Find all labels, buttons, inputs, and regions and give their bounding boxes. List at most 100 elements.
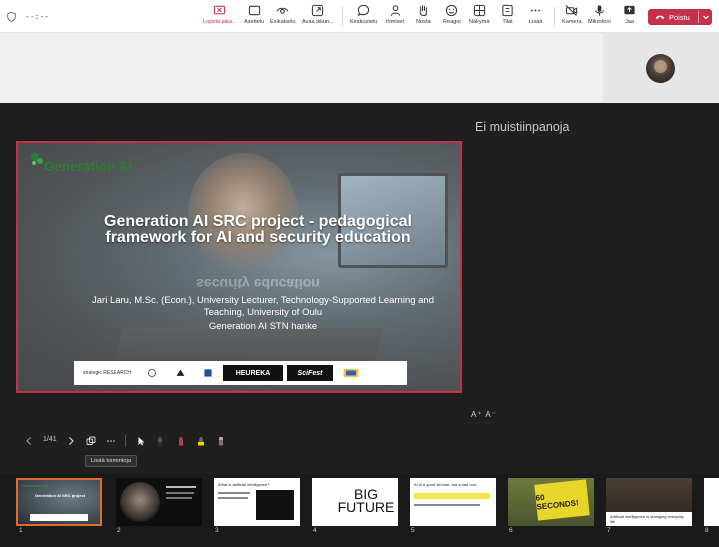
slide-title: Generation AI SRC project - pedagogical … — [104, 213, 412, 246]
thumbnail-number: 5 — [411, 527, 415, 534]
avatar — [646, 54, 675, 83]
thumbnail-number: 1 — [19, 527, 23, 534]
partner-logos: strategic RESEARCH HEUREKA SciFest — [74, 361, 407, 385]
partner-logo — [141, 365, 163, 381]
thumbnail-number: 7 — [607, 527, 611, 534]
view-button[interactable]: Näkymä — [469, 4, 490, 30]
open-window-button[interactable]: Avaa ikkun... — [302, 4, 334, 30]
rooms-button[interactable]: Tilat — [501, 4, 514, 30]
partner-logo — [337, 365, 365, 381]
slide-thumbnail-5[interactable]: AI is a good servant, but a bad one... — [410, 478, 496, 526]
partner-logo: SciFest — [287, 365, 333, 381]
slide-author: Jari Laru, M.Sc. (Econ.), University Lec… — [92, 295, 434, 318]
thumbnail-title: What is artificial intelligence? — [218, 482, 270, 487]
toolbar-divider — [342, 7, 343, 27]
previous-slide-button[interactable] — [24, 434, 34, 448]
mic-icon — [595, 5, 604, 16]
shield-icon — [7, 12, 16, 22]
more-button[interactable]: Lisää — [529, 4, 542, 30]
eraser-button[interactable] — [216, 434, 226, 448]
leave-button[interactable]: Poistu — [648, 9, 712, 25]
thumbnail-partners — [30, 514, 88, 521]
slide-overlay — [18, 143, 460, 391]
view-icon — [473, 4, 485, 17]
thumbnail-number: 6 — [509, 527, 513, 534]
slide-brand: Generation AI — [44, 159, 133, 174]
slide-thumbnail-7[interactable]: Artificial intelligence is changing ever… — [606, 478, 692, 526]
partner-logo: HEUREKA — [223, 365, 283, 381]
thumbnail-text — [166, 486, 196, 488]
chevron-right-icon — [69, 437, 74, 445]
pen-black-button[interactable] — [155, 434, 165, 448]
slide-thumbnail-4[interactable]: BIG FUTURE — [312, 478, 398, 526]
slide-title-reflection: security education — [196, 276, 320, 292]
pen-red-icon — [179, 437, 183, 446]
more-actions-button[interactable] — [106, 434, 116, 448]
raise-hand-icon — [419, 5, 427, 17]
thumbnail-title: Generation AI SRC project — [34, 493, 86, 498]
thumbnail-number: 4 — [313, 527, 317, 534]
partner-logo — [197, 365, 219, 381]
rooms-icon — [502, 4, 513, 17]
slides-overview-button[interactable] — [86, 434, 96, 448]
microphone-button[interactable]: Mikrofoni — [588, 4, 611, 30]
more-icon — [531, 9, 541, 12]
preview-button[interactable]: Esikatselu — [270, 4, 296, 30]
thumbnail-image — [256, 490, 294, 520]
phone-hangup-icon — [655, 15, 665, 20]
stop-sharing-button[interactable]: Lopeta jaka... — [203, 4, 237, 30]
highlighter-icon — [198, 437, 204, 446]
thumbnail-text — [166, 497, 192, 499]
chat-button[interactable]: Keskustelu — [350, 4, 377, 30]
share-button[interactable]: Jaa — [623, 4, 636, 30]
tooltip: Lisää toimintoja — [85, 455, 137, 467]
generation-ai-logo-icon — [31, 153, 43, 165]
eraser-icon — [219, 437, 223, 446]
slide-project: Generation AI STN hanke — [208, 321, 318, 332]
thumbnail-title: AI is a good servant, but a bad one... — [414, 482, 480, 487]
layout-icon — [248, 5, 260, 16]
partner-logo — [167, 365, 193, 381]
slide-thumbnail-2[interactable] — [116, 478, 202, 526]
eye-icon — [276, 7, 289, 14]
notes-title: Ei muistiinpanoja — [475, 120, 570, 134]
leave-divider — [698, 11, 699, 23]
thumbnail-text — [166, 492, 194, 494]
thumbnail-title: 60 SECONDS! — [534, 479, 590, 521]
raise-hand-button[interactable]: Nosta — [416, 4, 431, 30]
react-button[interactable]: Reagoi — [443, 4, 461, 30]
meeting-toolbar: --:-- Lopeta jaka... Asettelu Esikatselu… — [0, 0, 719, 33]
camera-button[interactable]: Kamera — [562, 4, 582, 30]
font-size-buttons[interactable]: A⁺ A⁻ — [471, 410, 497, 419]
thumbnail-text — [218, 497, 248, 499]
slide-thumbnail-8[interactable] — [704, 478, 719, 526]
toolbar-divider — [554, 7, 555, 27]
thumbnail-number: 2 — [117, 527, 121, 534]
current-slide[interactable]: Generation AI Generation AI SRC project … — [16, 141, 462, 393]
page-indicator: 1/41 — [43, 436, 57, 443]
chat-icon — [358, 4, 370, 17]
share-icon — [624, 5, 635, 15]
highlighter-button[interactable] — [196, 434, 206, 448]
layout-button[interactable]: Asettelu — [244, 4, 264, 30]
people-button[interactable]: Ihmiset — [386, 4, 404, 30]
cursor-icon — [138, 437, 145, 446]
thumbnail-photo — [120, 482, 160, 522]
pen-black-icon — [158, 437, 162, 446]
chevron-left-icon — [26, 437, 31, 445]
slide-thumbnail-3[interactable]: What is artificial intelligence? — [214, 478, 300, 526]
more-icon — [107, 440, 115, 442]
pen-red-button[interactable] — [176, 434, 186, 448]
thumbnail-brand: Generation AI — [22, 483, 49, 488]
thumbnail-number: 8 — [705, 527, 709, 534]
thumbnail-title: BIG FUTURE — [337, 486, 395, 515]
thumbnail-highlight — [414, 493, 490, 499]
copy-icon — [86, 436, 96, 445]
smiley-icon — [446, 4, 458, 17]
slide-thumbnail-1[interactable]: Generation AI Generation AI SRC project — [16, 478, 102, 526]
next-slide-button[interactable] — [66, 434, 76, 448]
pointer-tool-button[interactable] — [136, 434, 146, 448]
chevron-down-icon[interactable] — [702, 13, 710, 21]
slide-thumbnail-6[interactable]: 60 SECONDS! — [508, 478, 594, 526]
thumbnail-title: Artificial intelligence is changing ever… — [610, 514, 684, 524]
